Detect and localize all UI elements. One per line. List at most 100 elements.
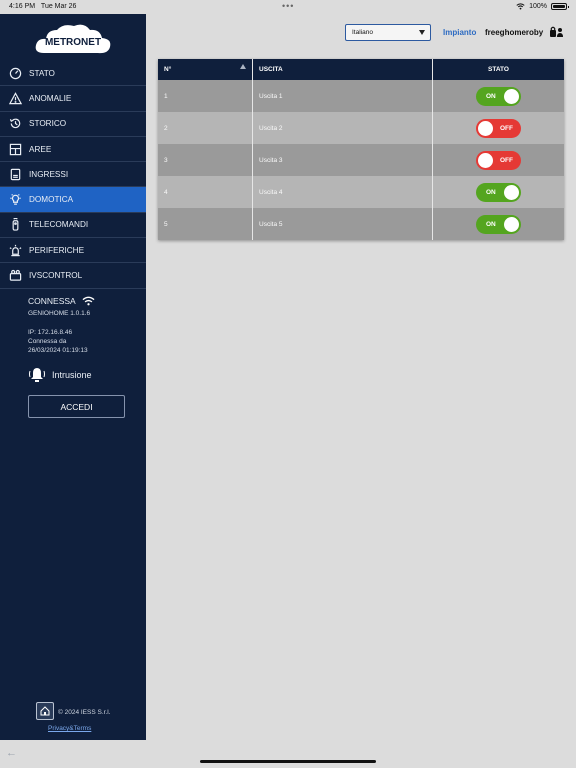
connected-since: 26/03/2024 01:19:13 [28,347,88,354]
impianto-link[interactable]: Impianto [443,28,476,37]
header-n-label: N° [164,66,172,73]
cell-uscita: Uscita 2 [253,112,433,144]
connection-status-label: CONNESSA [28,296,76,306]
toggle-knob [478,120,493,136]
toggle-label: ON [486,220,496,228]
accedi-button[interactable]: ACCEDI [28,395,125,418]
sidebar-item-telecomandi[interactable]: TELECOMANDI [0,213,146,239]
sidebar-item-aree[interactable]: AREE [0,137,146,163]
toggle-label: OFF [500,156,513,164]
siren-icon [8,243,22,257]
home-indicator[interactable] [200,760,376,763]
table-row: 5 Uscita 5 ON [158,208,564,240]
sidebar-item-domotica[interactable]: DOMOTICA [0,187,146,213]
sidebar-nav: STATO ANOMALIE STORICO AREE INGRESSI DOMOTICA… [0,61,146,289]
lightbulb-icon [8,193,22,207]
header-stato: STATO [488,66,509,73]
header-n[interactable]: N° [158,59,253,80]
sidebar-item-label: PERIFERICHE [29,245,85,255]
sidebar: METRONET STATO ANOMALIE STORICO AREE INGRESS… [0,14,146,740]
cell-uscita: Uscita 4 [253,176,433,208]
outputs-table: N° USCITA STATO 1 Uscita 1 ON 2 Uscita 2 OFF 3… [158,59,564,240]
sidebar-item-ivscontrol[interactable]: IVSCONTROL [0,263,146,289]
toggle-knob [478,152,493,168]
output-toggle[interactable]: OFF [476,150,521,170]
cell-n: 3 [158,144,253,176]
sidebar-item-label: AREE [29,144,52,154]
toggle-knob [504,184,519,200]
metronet-logo: METRONET [35,24,111,54]
cell-n: 2 [158,112,253,144]
firmware-version: GENIOHOME 1.0.1.6 [28,310,91,317]
cell-n: 1 [158,80,253,112]
sidebar-item-label: DOMOTICA [29,195,74,205]
cell-n: 5 [158,208,253,240]
toggle-knob [504,88,519,104]
language-value: Italiano [352,29,373,36]
intrusion-label: Intrusione [52,370,92,380]
battery-icon [551,3,569,10]
sidebar-item-label: STATO [29,68,55,78]
sidebar-item-anomalie[interactable]: ANOMALIE [0,86,146,112]
chevron-down-icon [419,30,425,35]
cell-stato: ON [433,80,564,112]
ip-address: IP: 172.16.8.46 [28,329,73,336]
status-time: 4:16 PM Tue Mar 26 [9,3,77,10]
cell-stato: ON [433,176,564,208]
output-toggle[interactable]: ON [476,182,521,202]
remote-icon [8,218,22,232]
cell-uscita: Uscita 3 [253,144,433,176]
privacy-terms-link[interactable]: Privacy&Terms [48,725,91,732]
cell-stato: OFF [433,144,564,176]
intrusion-status: Intrusione [28,366,92,384]
history-icon [8,117,22,131]
cell-stato: OFF [433,112,564,144]
multitasking-dots[interactable]: ••• [282,1,294,11]
table-body: 1 Uscita 1 ON 2 Uscita 2 OFF 3 Uscita 3 OFF 4 Usci… [158,80,564,240]
sidebar-item-label: ANOMALIE [29,93,72,103]
connected-since-label: Connessa da [28,338,67,345]
sidebar-item-label: IVSCONTROL [29,271,83,281]
cell-uscita: Uscita 1 [253,80,433,112]
table-row: 4 Uscita 4 ON [158,176,564,208]
status-right: 100% [516,3,569,10]
home-icon[interactable] [36,702,54,720]
back-arrow-icon[interactable]: ← [6,747,17,759]
wifi-icon [82,296,95,306]
sidebar-item-label: INGRESSI [29,169,69,179]
sidebar-item-periferiche[interactable]: PERIFERICHE [0,238,146,264]
lock-user-icon[interactable] [549,26,563,38]
status-bar: 4:16 PM Tue Mar 26 ••• 100% [0,0,576,14]
table-row: 2 Uscita 2 OFF [158,112,564,144]
table-row: 1 Uscita 1 ON [158,80,564,112]
output-toggle[interactable]: ON [476,86,521,106]
logo-text: METRONET [45,37,101,48]
toggle-knob [504,216,519,232]
sidebar-item-stato[interactable]: STATO [0,61,146,87]
output-toggle[interactable]: OFF [476,118,521,138]
language-select[interactable]: Italiano [345,24,431,41]
sort-ascending-icon[interactable] [240,64,246,69]
toggle-label: ON [486,188,496,196]
sidebar-item-label: TELECOMANDI [29,220,89,230]
cell-stato: ON [433,208,564,240]
connection-status: CONNESSA [28,296,95,306]
connection-info: IP: 172.16.8.46 Connessa da 26/03/2024 0… [28,328,88,355]
sidebar-item-label: STORICO [29,119,67,129]
toggle-label: OFF [500,124,513,132]
camera-icon [8,269,22,283]
output-toggle[interactable]: ON [476,214,521,234]
sidebar-item-storico[interactable]: STORICO [0,112,146,137]
gauge-icon [8,66,22,80]
sensor-icon [8,167,22,181]
table-row: 3 Uscita 3 OFF [158,144,564,176]
wifi-icon [516,3,525,10]
header-uscita: USCITA [253,59,433,80]
floorplan-icon [8,142,22,156]
toggle-label: ON [486,92,496,100]
alarm-bell-icon [29,368,45,382]
username: freeghomeroby [485,28,544,37]
sidebar-item-ingressi[interactable]: INGRESSI [0,162,146,188]
warning-icon [8,91,22,105]
cell-n: 4 [158,176,253,208]
